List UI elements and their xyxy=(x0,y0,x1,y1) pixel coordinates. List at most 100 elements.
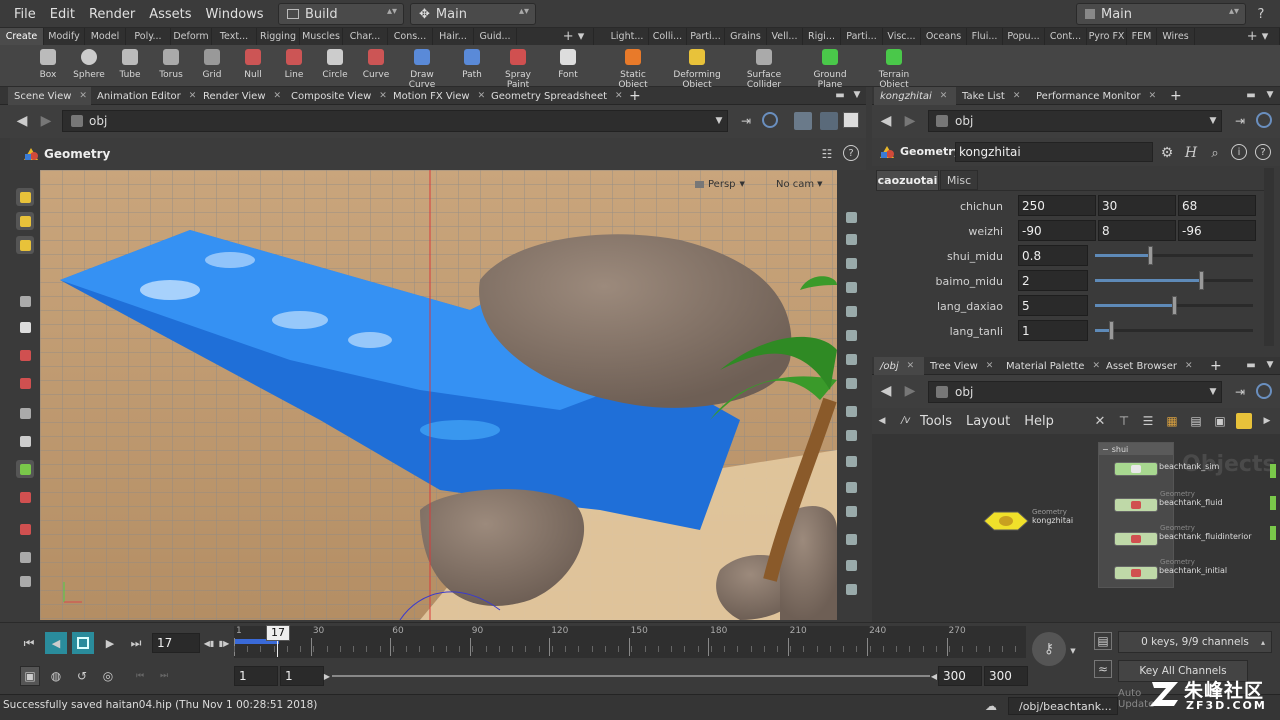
range-slider[interactable] xyxy=(332,675,930,677)
tool-line[interactable]: Line xyxy=(272,47,316,80)
close-icon[interactable]: ✕ xyxy=(986,361,994,371)
tool-sphere[interactable]: Sphere xyxy=(67,47,111,80)
add-tab-icon[interactable]: + xyxy=(623,87,641,105)
key-all-icon[interactable]: ≈ xyxy=(1094,660,1112,678)
display-tool-icon[interactable] xyxy=(842,530,860,548)
tab-tree-view[interactable]: Tree View ✕ xyxy=(924,357,1000,375)
add-tab-icon[interactable]: + xyxy=(1164,87,1182,105)
play-icon[interactable]: ▶ xyxy=(99,634,121,652)
viewport-tool-icon[interactable] xyxy=(16,548,34,566)
display-tool-icon[interactable] xyxy=(842,502,860,520)
display-tool-icon[interactable] xyxy=(842,374,860,392)
tool-tube[interactable]: Tube xyxy=(108,47,152,80)
display-tool-icon[interactable] xyxy=(842,556,860,574)
table-icon[interactable]: ▤ xyxy=(1188,413,1204,429)
menu-file[interactable]: File xyxy=(14,7,36,22)
expand-icon[interactable]: ◀ xyxy=(878,414,886,428)
param-slider-baimo-midu[interactable] xyxy=(1095,271,1253,290)
shelf-tab[interactable]: Poly... xyxy=(126,28,171,45)
param-slider-lang-daxiao[interactable] xyxy=(1095,296,1253,315)
param-field-chichun[interactable]: 30 xyxy=(1098,195,1176,216)
audio-icon[interactable]: ◍ xyxy=(46,666,66,686)
menu-windows[interactable]: Windows xyxy=(206,7,264,22)
chevron-down-icon[interactable]: ▼ xyxy=(1068,646,1078,656)
shelf-tab[interactable]: Rigging xyxy=(257,28,300,45)
pin-icon[interactable]: ⇥ xyxy=(1232,113,1248,129)
right-desktop-dropdown[interactable]: Main ▴▾ xyxy=(1076,3,1246,25)
menu-render[interactable]: Render xyxy=(89,7,135,22)
chevron-down-icon[interactable]: ▼ xyxy=(1207,114,1219,128)
pane-arrow-icon[interactable]: ▼ xyxy=(851,88,863,102)
viewport-tool-icon[interactable] xyxy=(16,292,34,310)
shelf-tab[interactable]: Model xyxy=(85,28,126,45)
viewport-tool-icon[interactable] xyxy=(16,404,34,422)
link-icon[interactable] xyxy=(762,112,778,128)
scene-icon[interactable] xyxy=(820,112,838,130)
shelf-tab[interactable]: Popu... xyxy=(1003,28,1045,45)
tool-null[interactable]: Null xyxy=(231,47,275,80)
tab-scene-view[interactable]: Scene View ✕ xyxy=(8,87,91,105)
shelf-tab[interactable]: Hair... xyxy=(433,28,474,45)
tool-grid[interactable]: Grid xyxy=(190,47,234,80)
display-tool-icon[interactable] xyxy=(842,208,860,226)
network-node[interactable] xyxy=(1114,532,1158,546)
forward-arrow-icon[interactable]: ▶ xyxy=(38,113,54,129)
add-shelf-icon[interactable]: + ▾ xyxy=(1236,28,1280,45)
tool-spray-paint[interactable]: Spray Paint xyxy=(496,47,540,90)
tab-kongzhitai[interactable]: kongzhitai ✕ xyxy=(874,87,956,105)
network-node[interactable] xyxy=(1114,462,1158,476)
add-shelf-icon[interactable]: + ▾ xyxy=(554,28,594,45)
tab-material-palette[interactable]: Material Palette ✕ xyxy=(1000,357,1100,375)
pane-menu-icon[interactable]: ▬ xyxy=(1245,358,1257,372)
shelf-tab[interactable]: Oceans xyxy=(921,28,967,45)
jump-start-icon[interactable]: ⏮ xyxy=(18,634,40,652)
display-tool-icon[interactable] xyxy=(842,426,860,444)
param-field-lang-tanli[interactable]: 1 xyxy=(1018,320,1088,341)
param-field-baimo-midu[interactable]: 2 xyxy=(1018,270,1088,291)
add-tab-icon[interactable]: + xyxy=(1204,357,1222,375)
display-icon[interactable] xyxy=(843,112,859,128)
close-icon[interactable]: ✕ xyxy=(1092,361,1100,371)
param-field-lang-daxiao[interactable]: 5 xyxy=(1018,295,1088,316)
display-tool-icon[interactable] xyxy=(842,254,860,272)
viewport-tool-icon[interactable] xyxy=(16,188,34,206)
shelf-tab[interactable]: Rigi... xyxy=(803,28,841,45)
display-tool-icon[interactable] xyxy=(842,350,860,368)
param-slider-lang-tanli[interactable] xyxy=(1095,321,1253,340)
persp-menu[interactable]: Persp ▼ xyxy=(695,176,761,192)
param-field-weizhi[interactable]: -90 xyxy=(1018,220,1096,241)
pin-icon[interactable]: ⇥ xyxy=(738,113,754,129)
shelf-tab[interactable]: Cons... xyxy=(388,28,433,45)
viewport-tool-icon[interactable] xyxy=(16,236,34,254)
folder-tab-caozuotai[interactable]: caozuotai xyxy=(876,170,939,190)
collapse-icon[interactable]: ▶ xyxy=(1262,414,1272,428)
close-icon[interactable]: ✕ xyxy=(379,91,387,101)
tab-asset-browser[interactable]: Asset Browser ✕ xyxy=(1100,357,1200,375)
param-field-chichun[interactable]: 250 xyxy=(1018,195,1096,216)
viewport-tool-icon[interactable] xyxy=(16,346,34,364)
network-menu-help[interactable]: Help xyxy=(1024,414,1054,429)
param-field-chichun[interactable]: 68 xyxy=(1178,195,1256,216)
close-icon[interactable]: ✕ xyxy=(478,91,486,101)
tab-motion-fx-view[interactable]: Motion FX View ✕ xyxy=(387,87,485,105)
wrench-icon[interactable]: ✕ xyxy=(1092,413,1108,429)
network-node[interactable] xyxy=(1114,566,1158,580)
end-frame-field-2[interactable]: 300 xyxy=(984,666,1028,686)
viewport-tool-icon[interactable] xyxy=(16,520,34,538)
param-path-field[interactable]: obj xyxy=(928,110,1222,132)
tool-deforming[interactable]: Deforming Object xyxy=(672,47,722,90)
network-node[interactable] xyxy=(1114,498,1158,512)
shelf-tab[interactable]: Cont... xyxy=(1045,28,1087,45)
tool-surface[interactable]: Surface Collider xyxy=(742,47,786,90)
viewport-tool-icon[interactable] xyxy=(16,212,34,230)
tool-curve[interactable]: Curve xyxy=(354,47,398,80)
shelf-tab[interactable]: Visc... xyxy=(883,28,921,45)
close-icon[interactable]: ✕ xyxy=(1013,91,1021,101)
shelf-tab[interactable]: Modify xyxy=(44,28,85,45)
folder-tab-misc[interactable]: Misc xyxy=(940,170,978,190)
pin-icon[interactable]: ⇥ xyxy=(1232,384,1248,400)
time-cursor-label[interactable]: 17 xyxy=(266,625,290,641)
display-tool-icon[interactable] xyxy=(842,580,860,598)
node-name-field[interactable]: kongzhitai xyxy=(955,142,1153,162)
viewport-tool-icon[interactable] xyxy=(16,318,34,336)
